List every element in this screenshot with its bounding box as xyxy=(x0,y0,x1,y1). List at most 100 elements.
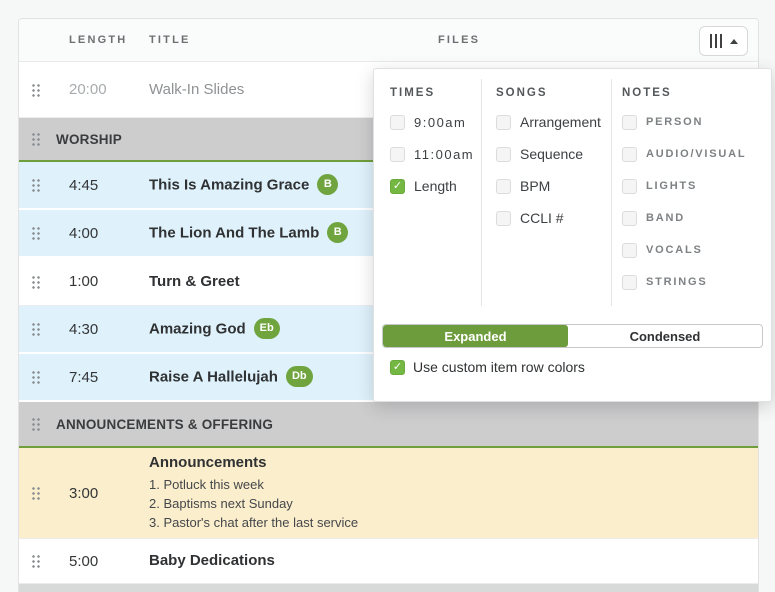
column-settings-panel: TIMES 9:00am 11:00am ✓ Length SONGS Arrangemen… xyxy=(373,68,772,402)
column-option[interactable]: ✓ Length xyxy=(390,170,474,202)
item-title: The Lion And The Lamb xyxy=(149,224,319,241)
column-option-label: Length xyxy=(414,178,457,194)
column-option-label: 9:00am xyxy=(414,115,466,130)
drag-handle-icon[interactable] xyxy=(31,83,41,97)
item-length: 4:00 xyxy=(69,225,149,242)
column-option-label: STRINGS xyxy=(646,276,708,288)
checkbox-unchecked-icon[interactable] xyxy=(622,211,637,226)
checkbox-checked-icon[interactable]: ✓ xyxy=(390,179,405,194)
panel-column-songs: SONGS Arrangement Sequence BPM CCLI # xyxy=(496,87,601,234)
service-item-row[interactable]: 3:00Announcements 1. Potluck this week2. … xyxy=(19,448,758,539)
item-title: Amazing God xyxy=(149,320,246,337)
column-option[interactable]: Sequence xyxy=(496,138,601,170)
column-option-label: CCLI # xyxy=(520,210,564,226)
column-option-label: BPM xyxy=(520,178,550,194)
drag-handle-icon[interactable] xyxy=(31,486,41,500)
drag-handle-icon[interactable] xyxy=(31,275,41,289)
column-option[interactable]: 9:00am xyxy=(390,106,474,138)
table-header-row: LENGTH TITLE FILES xyxy=(19,19,758,62)
panel-divider xyxy=(611,79,612,306)
column-option-label: VOCALS xyxy=(646,244,703,256)
column-option-label: 11:00am xyxy=(414,147,474,162)
panel-column-header: NOTES xyxy=(622,87,746,99)
checkbox-unchecked-icon[interactable] xyxy=(496,115,511,130)
drag-handle-icon[interactable] xyxy=(31,554,41,568)
toggle-option-expanded[interactable]: Expanded xyxy=(383,325,568,347)
view-mode-toggle: Expanded Condensed xyxy=(382,324,763,348)
column-option-label: AUDIO/VISUAL xyxy=(646,148,746,160)
service-item-row[interactable]: 5:00Baby Dedications xyxy=(19,539,758,584)
item-length: 20:00 xyxy=(69,81,149,98)
column-header-title: TITLE xyxy=(149,34,191,46)
partial-next-section xyxy=(19,584,758,592)
checkbox-unchecked-icon[interactable] xyxy=(622,147,637,162)
item-length: 7:45 xyxy=(69,369,149,386)
column-settings-button[interactable] xyxy=(699,26,748,56)
song-key-badge: B xyxy=(327,222,348,243)
item-description: 1. Potluck this week2. Baptisms next Sun… xyxy=(149,475,750,532)
panel-column-header: TIMES xyxy=(390,87,474,99)
column-option-label: LIGHTS xyxy=(646,180,697,192)
custom-row-colors-option[interactable]: ✓ Use custom item row colors xyxy=(390,359,585,375)
drag-handle-icon[interactable] xyxy=(31,226,41,240)
section-title: WORSHIP xyxy=(56,132,122,147)
checkbox-unchecked-icon[interactable] xyxy=(390,115,405,130)
column-option[interactable]: BAND xyxy=(622,202,746,234)
checkbox-unchecked-icon[interactable] xyxy=(390,147,405,162)
column-option-label: PERSON xyxy=(646,116,703,128)
column-option[interactable]: PERSON xyxy=(622,106,746,138)
checkbox-checked-icon[interactable]: ✓ xyxy=(390,360,405,375)
item-description-line: 1. Potluck this week xyxy=(149,475,750,494)
panel-divider xyxy=(481,79,482,306)
item-title: Baby Dedications xyxy=(149,552,275,569)
column-option[interactable]: STRINGS xyxy=(622,266,746,298)
item-title-block: Baby Dedications xyxy=(149,552,758,570)
section-title: ANNOUNCEMENTS & OFFERING xyxy=(56,417,273,432)
column-option[interactable]: Arrangement xyxy=(496,106,601,138)
drag-handle-icon[interactable] xyxy=(31,370,41,384)
panel-column-notes: NOTES PERSON AUDIO/VISUAL LIGHTS BAND VOCALS S… xyxy=(622,87,746,298)
column-option-label: Sequence xyxy=(520,146,583,162)
song-key-badge: B xyxy=(317,174,338,195)
column-option[interactable]: CCLI # xyxy=(496,202,601,234)
item-length: 5:00 xyxy=(69,553,149,570)
column-header-length: LENGTH xyxy=(69,34,149,46)
caret-up-icon xyxy=(730,39,738,44)
item-title: Walk-In Slides xyxy=(149,81,244,98)
item-length: 1:00 xyxy=(69,273,149,290)
item-title: Announcements xyxy=(149,454,267,471)
drag-handle-icon[interactable] xyxy=(31,322,41,336)
column-option[interactable]: LIGHTS xyxy=(622,170,746,202)
checkbox-unchecked-icon[interactable] xyxy=(496,179,511,194)
columns-icon xyxy=(710,34,722,48)
section-header-row[interactable]: ANNOUNCEMENTS & OFFERING xyxy=(19,402,758,448)
song-key-badge: Eb xyxy=(254,318,280,339)
drag-handle-icon[interactable] xyxy=(31,178,41,192)
item-title: Turn & Greet xyxy=(149,273,240,290)
item-length: 4:30 xyxy=(69,321,149,338)
panel-column-header: SONGS xyxy=(496,87,601,99)
checkbox-unchecked-icon[interactable] xyxy=(622,275,637,290)
item-description-line: 2. Baptisms next Sunday xyxy=(149,494,750,513)
column-option[interactable]: BPM xyxy=(496,170,601,202)
column-option-label: BAND xyxy=(646,212,685,224)
checkbox-unchecked-icon[interactable] xyxy=(622,179,637,194)
drag-handle-icon[interactable] xyxy=(31,132,41,146)
checkbox-unchecked-icon[interactable] xyxy=(622,243,637,258)
song-key-badge: Db xyxy=(286,366,313,387)
item-title: Raise A Hallelujah xyxy=(149,368,278,385)
drag-handle-icon[interactable] xyxy=(31,417,41,431)
item-description-line: 3. Pastor's chat after the last service xyxy=(149,513,750,532)
checkbox-unchecked-icon[interactable] xyxy=(496,211,511,226)
column-option[interactable]: AUDIO/VISUAL xyxy=(622,138,746,170)
column-option[interactable]: VOCALS xyxy=(622,234,746,266)
column-option[interactable]: 11:00am xyxy=(390,138,474,170)
item-length: 3:00 xyxy=(69,485,149,502)
checkbox-unchecked-icon[interactable] xyxy=(622,115,637,130)
checkbox-unchecked-icon[interactable] xyxy=(496,147,511,162)
toggle-option-condensed[interactable]: Condensed xyxy=(568,325,762,347)
item-length: 4:45 xyxy=(69,177,149,194)
column-option-label: Arrangement xyxy=(520,114,601,130)
item-title: This Is Amazing Grace xyxy=(149,176,309,193)
panel-column-times: TIMES 9:00am 11:00am ✓ Length xyxy=(390,87,474,202)
